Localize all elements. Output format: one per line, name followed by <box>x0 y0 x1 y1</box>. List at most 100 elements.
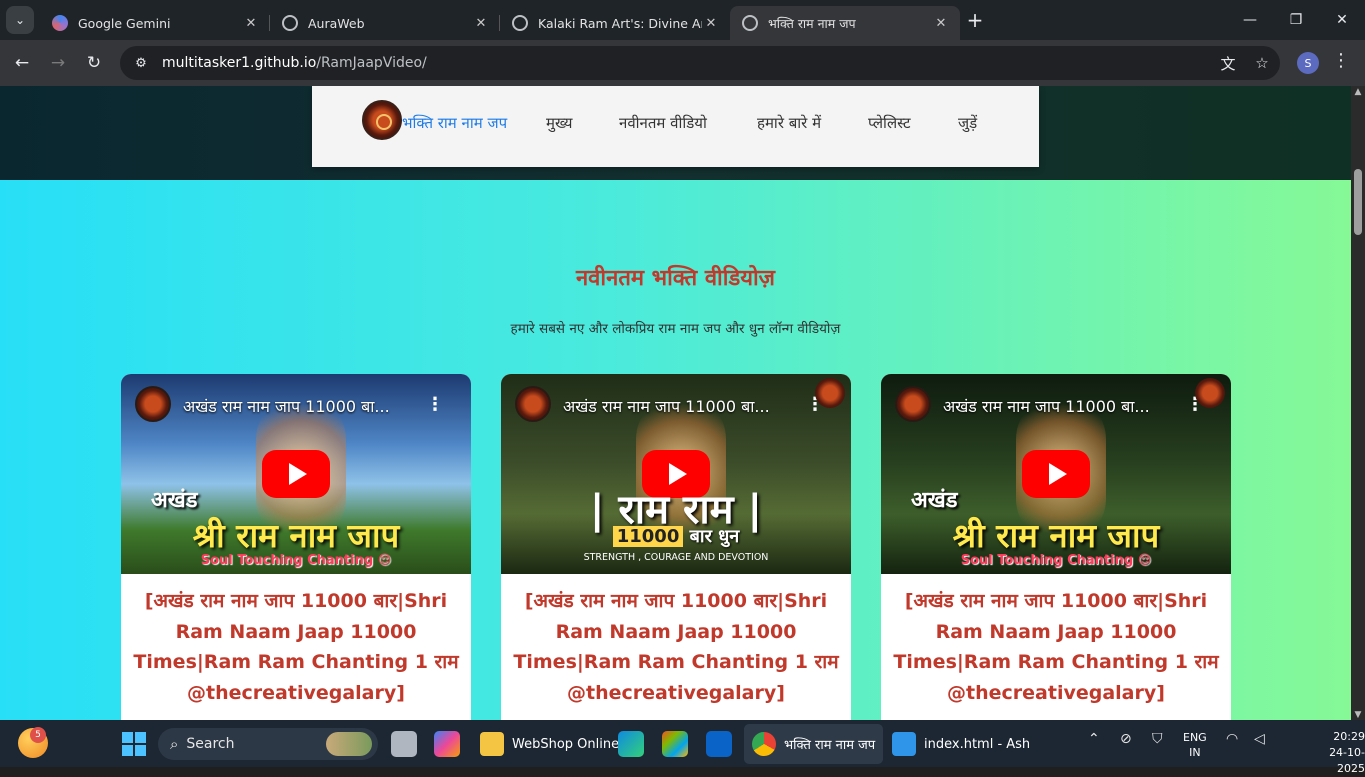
nav-connect[interactable]: जुड़ें <box>958 113 977 133</box>
embed-title[interactable]: अखंड राम नाम जाप 11000 बा... <box>563 395 770 417</box>
vscode-icon <box>892 732 916 756</box>
video-embed[interactable]: अखंड राम नाम जाप 11000 बा... ⋮ अखंड श्री… <box>121 374 471 574</box>
restore-icon[interactable]: ❐ <box>1273 0 1319 40</box>
taskbar-search[interactable]: ⌕ Search <box>158 728 378 760</box>
clock-date: 24-10-2025 <box>1329 746 1365 775</box>
clock-time: 20:29 <box>1333 730 1365 743</box>
browser-tab-kalaki[interactable]: Kalaki Ram Art's: Divine Art by A ✕ <box>500 6 730 40</box>
url-host: multitasker1.github.io <box>162 55 317 71</box>
thumbnail-caption-big: श्री राम नाम जाप <box>192 516 400 555</box>
tab-list-chevron-icon[interactable]: ⌄ <box>6 6 34 34</box>
forward-arrow-icon[interactable]: → <box>40 45 76 81</box>
thumbnail-count: 11000 बार धुन <box>501 524 851 548</box>
tab-title: Google Gemini <box>78 15 171 31</box>
brand-link[interactable]: भक्ति राम नाम जप <box>402 113 507 133</box>
reload-icon[interactable]: ↻ <box>76 45 112 81</box>
browser-toolbar: ← → ↻ ⚙ multitasker1.github.io/RamJaapVi… <box>0 40 1365 86</box>
scroll-down-icon[interactable]: ▼ <box>1353 710 1363 720</box>
search-highlight-image <box>326 732 372 756</box>
play-button[interactable] <box>262 450 330 498</box>
page-scrollbar[interactable]: ▲ ▼ <box>1351 86 1365 720</box>
embed-title[interactable]: अखंड राम नाम जाप 11000 बा... <box>943 395 1150 417</box>
folder-icon <box>480 732 504 756</box>
volume-muted-icon[interactable]: ◁ <box>1254 731 1265 747</box>
channel-avatar[interactable] <box>515 386 551 422</box>
browser-tab-auraweb[interactable]: AuraWeb ✕ <box>270 6 500 40</box>
embed-title[interactable]: अखंड राम नाम जाप 11000 बा... <box>183 395 390 417</box>
task-view-icon[interactable] <box>391 731 417 757</box>
security-shield-icon[interactable]: ⛉ <box>1152 731 1163 747</box>
lang-region: IN <box>1189 746 1201 759</box>
close-icon[interactable]: ✕ <box>702 16 720 31</box>
video-title[interactable]: [अखंड राम नाम जाप 11000 बार|Shri Ram Naa… <box>891 586 1221 708</box>
video-title[interactable]: [अखंड राम नाम जाप 11000 बार|Shri Ram Naa… <box>131 586 461 708</box>
address-bar[interactable]: ⚙ multitasker1.github.io/RamJaapVideo/ 文… <box>120 46 1280 80</box>
globe-favicon-icon <box>282 15 298 31</box>
count-word: बार <box>689 526 712 547</box>
wifi-icon[interactable]: ◠ <box>1226 731 1238 747</box>
profile-avatar[interactable]: S <box>1297 52 1319 74</box>
back-arrow-icon[interactable]: ← <box>4 45 40 81</box>
more-vert-icon[interactable]: ⋮ <box>426 394 444 415</box>
nav-latest-videos[interactable]: नवीनतम वीडियो <box>619 113 707 133</box>
store-icon[interactable] <box>662 731 688 757</box>
url-path: /RamJaapVideo/ <box>316 55 427 71</box>
tab-title: Kalaki Ram Art's: Divine Art by A <box>538 15 702 31</box>
browser-tab-active[interactable]: भक्ति राम नाम जप ✕ <box>730 6 960 40</box>
tab-title: भक्ति राम नाम जप <box>768 15 856 31</box>
browser-tab-bar: ⌄ Google Gemini ✕ AuraWeb ✕ Kalaki Ram A… <box>0 0 1365 40</box>
taskbar-app-explorer[interactable]: WebShop Online <box>472 724 627 764</box>
taskbar-clock[interactable]: 20:29 24-10-2025 <box>1308 729 1365 777</box>
video-title[interactable]: [अखंड राम नाम जाप 11000 बार|Shri Ram Naa… <box>511 586 841 708</box>
nav-playlist[interactable]: प्लेलिस्ट <box>868 113 911 133</box>
windows-start-icon[interactable] <box>122 732 146 756</box>
video-card: अखंड राम नाम जाप 11000 बा... ⋮ | राम राम… <box>501 374 851 720</box>
window-close-icon[interactable]: ✕ <box>1319 0 1365 40</box>
chevron-up-icon[interactable]: ⌃ <box>1088 731 1100 747</box>
url-text[interactable]: multitasker1.github.io/RamJaapVideo/ <box>162 55 427 71</box>
video-card: अखंड राम नाम जाप 11000 बा... ⋮ अखंड श्री… <box>881 374 1231 720</box>
search-icon: ⌕ <box>170 735 179 753</box>
taskbar-app-label: भक्ति राम नाम जप <box>784 738 876 753</box>
video-embed[interactable]: अखंड राम नाम जाप 11000 बा... ⋮ | राम राम… <box>501 374 851 574</box>
search-label: Search <box>186 736 235 752</box>
nav-about[interactable]: हमारे बारे में <box>757 113 821 133</box>
channel-avatar[interactable] <box>135 386 171 422</box>
tune-icon[interactable]: ⚙ <box>128 56 154 71</box>
taskbar-app-vscode[interactable]: index.html - Ash <box>884 724 1038 764</box>
close-icon[interactable]: ✕ <box>932 16 950 31</box>
video-embed[interactable]: अखंड राम नाम जाप 11000 बा... ⋮ अखंड श्री… <box>881 374 1231 574</box>
play-button[interactable] <box>1022 450 1090 498</box>
taskbar-app-chrome[interactable]: भक्ति राम नाम जप <box>744 724 884 764</box>
mic-muted-icon[interactable]: ⊘ <box>1120 731 1132 747</box>
translate-icon[interactable]: 文 <box>1216 51 1240 75</box>
channel-watermark <box>1195 378 1225 408</box>
thumbnail-tagline: Soul Touching Chanting 😌 <box>960 553 1152 568</box>
section-subtitle: हमारे सबसे नए और लोकप्रिय राम नाम जप और … <box>510 321 841 337</box>
more-vert-icon[interactable]: ⋮ <box>1332 50 1350 71</box>
notification-badge: 5 <box>30 727 46 743</box>
site-logo[interactable] <box>362 100 402 140</box>
globe-favicon-icon <box>742 15 758 31</box>
thumbnail-tagline: STRENGTH , COURAGE AND DEVOTION <box>583 552 769 563</box>
plus-icon[interactable]: + <box>960 5 990 35</box>
edge-icon[interactable] <box>618 731 644 757</box>
star-icon[interactable]: ☆ <box>1250 51 1274 75</box>
window-controls: — ❐ ✕ <box>1227 0 1365 40</box>
copilot-icon[interactable] <box>434 731 460 757</box>
outlook-icon[interactable] <box>706 731 732 757</box>
tab-title: AuraWeb <box>308 15 365 31</box>
close-icon[interactable]: ✕ <box>472 16 490 31</box>
channel-avatar[interactable] <box>895 386 931 422</box>
globe-favicon-icon <box>512 15 528 31</box>
scrollbar-thumb[interactable] <box>1354 169 1362 235</box>
thumbnail-tagline: Soul Touching Chanting 😌 <box>200 553 392 568</box>
nav-home[interactable]: मुख्य <box>546 113 572 133</box>
thumbnail-caption-small: अखंड <box>911 488 958 513</box>
minimize-icon[interactable]: — <box>1227 0 1273 40</box>
close-icon[interactable]: ✕ <box>242 16 260 31</box>
input-language[interactable]: ENG IN <box>1183 730 1207 760</box>
gemini-favicon-icon <box>52 15 68 31</box>
scroll-up-icon[interactable]: ▲ <box>1353 87 1363 97</box>
browser-tab-gemini[interactable]: Google Gemini ✕ <box>40 6 270 40</box>
